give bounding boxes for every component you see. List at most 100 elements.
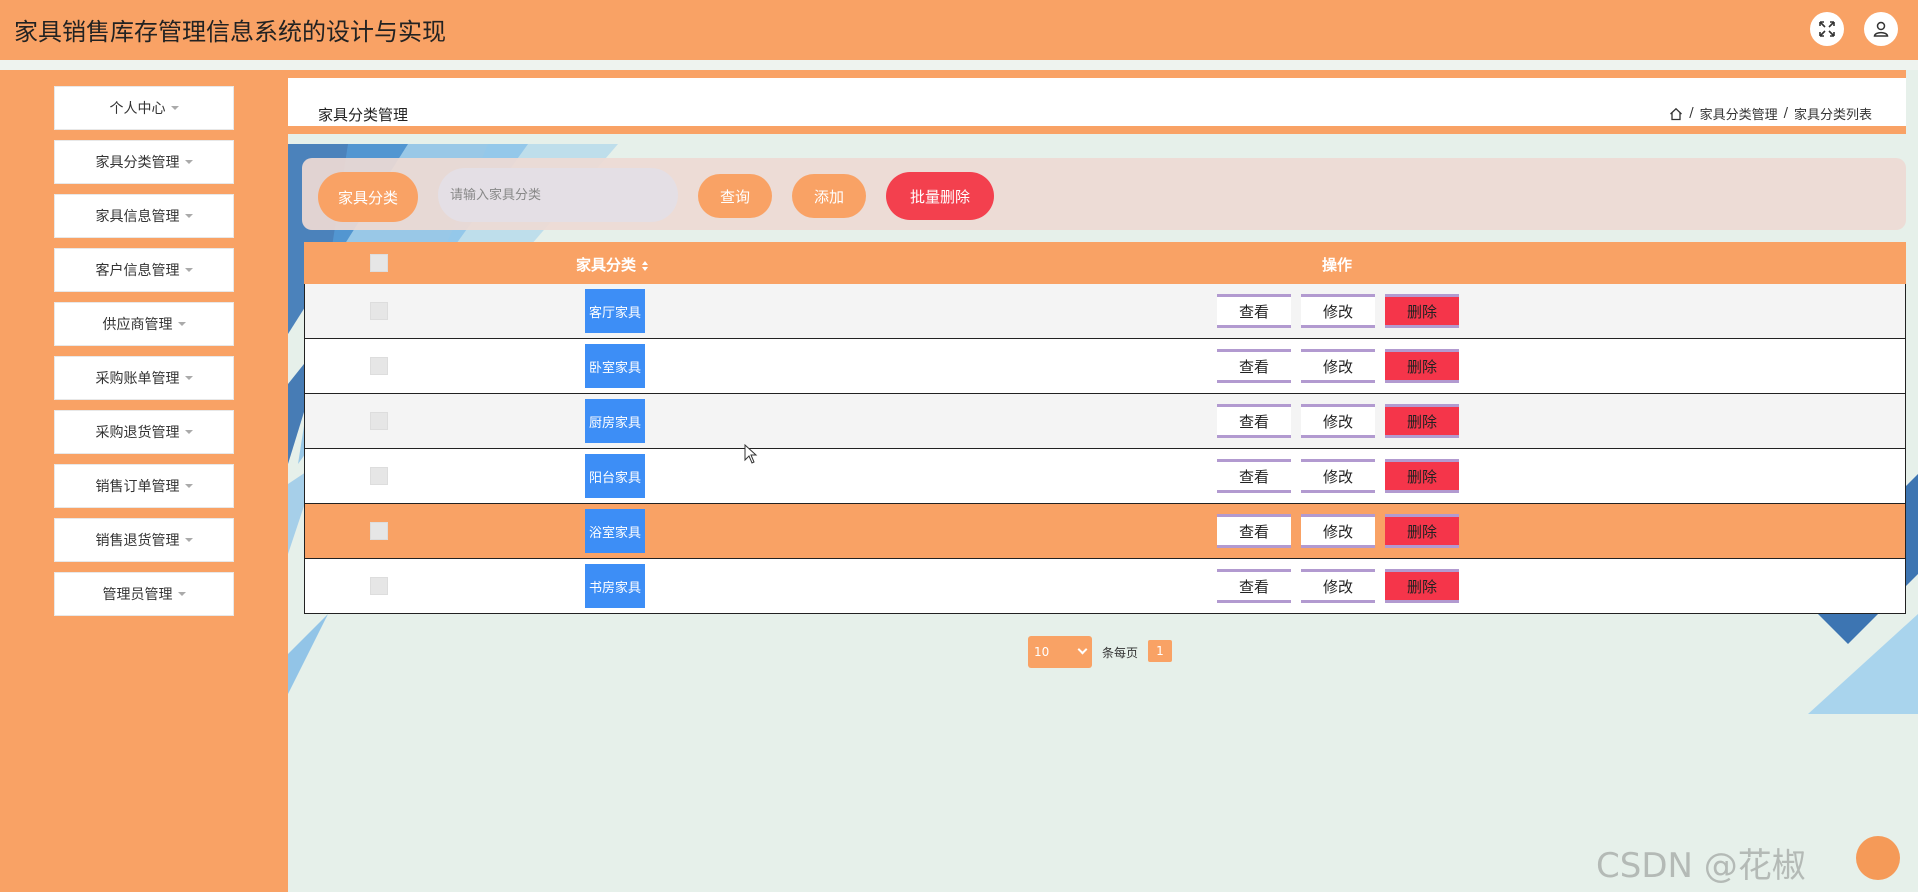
sidebar-item-label: 采购退货管理 xyxy=(95,425,180,441)
table-row-highlighted: 浴室家具 查看 修改 删除 xyxy=(304,504,1906,559)
caret-down-icon xyxy=(170,106,179,110)
column-header-category[interactable]: 家具分类 xyxy=(576,254,649,275)
float-action-button[interactable] xyxy=(1856,836,1900,880)
edit-button[interactable]: 修改 xyxy=(1301,404,1375,438)
sidebar-item-customer-info[interactable]: 客户信息管理 xyxy=(54,248,234,292)
column-header-actions: 操作 xyxy=(1322,256,1353,274)
sidebar-item-personal-center[interactable]: 个人中心 xyxy=(54,86,234,130)
view-button[interactable]: 查看 xyxy=(1217,404,1291,438)
table-row: 客厅家具 查看 修改 删除 xyxy=(304,284,1906,339)
sidebar-item-label: 采购账单管理 xyxy=(95,371,180,387)
row-checkbox[interactable] xyxy=(370,302,388,320)
chevron-down-icon xyxy=(1077,644,1088,655)
breadcrumb: / 家具分类管理 / 家具分类列表 xyxy=(1669,104,1872,123)
sidebar-item-purchase-bill[interactable]: 采购账单管理 xyxy=(54,356,234,400)
select-all-checkbox[interactable] xyxy=(370,254,388,272)
caret-down-icon xyxy=(184,268,193,272)
expand-arrows-icon xyxy=(1819,21,1835,37)
edit-button[interactable]: 修改 xyxy=(1301,294,1375,328)
category-tag: 阳台家具 xyxy=(585,454,645,498)
user-menu-button[interactable] xyxy=(1864,12,1898,46)
delete-button[interactable]: 删除 xyxy=(1385,404,1459,438)
sidebar-item-sales-return[interactable]: 销售退货管理 xyxy=(54,518,234,562)
column-header-label: 家具分类 xyxy=(576,256,637,274)
table-header: 家具分类 操作 xyxy=(304,242,1906,284)
search-field-label: 家具分类 xyxy=(318,172,418,222)
view-button[interactable]: 查看 xyxy=(1217,459,1291,493)
sidebar-item-supplier[interactable]: 供应商管理 xyxy=(54,302,234,346)
table-row: 书房家具 查看 修改 删除 xyxy=(304,559,1906,614)
query-button[interactable]: 查询 xyxy=(698,174,772,218)
sidebar-item-label: 客户信息管理 xyxy=(95,263,180,279)
breadcrumb-link-category-mgmt[interactable]: 家具分类管理 xyxy=(1700,104,1778,123)
caret-down-icon xyxy=(184,484,193,488)
breadcrumb-bar: 家具分类管理 / 家具分类管理 / 家具分类列表 xyxy=(288,78,1906,134)
batch-delete-button[interactable]: 批量删除 xyxy=(886,172,994,220)
user-icon xyxy=(1873,21,1889,37)
row-checkbox[interactable] xyxy=(370,357,388,375)
category-tag: 书房家具 xyxy=(585,564,645,608)
category-tag: 厨房家具 xyxy=(585,399,645,443)
breadcrumb-current: 家具分类列表 xyxy=(1793,108,1872,123)
sidebar-item-label: 销售退货管理 xyxy=(95,533,180,549)
sidebar-item-label: 个人中心 xyxy=(109,101,166,117)
caret-down-icon xyxy=(177,322,186,326)
view-button[interactable]: 查看 xyxy=(1217,294,1291,328)
caret-down-icon xyxy=(184,376,193,380)
delete-button[interactable]: 删除 xyxy=(1385,569,1459,603)
delete-button[interactable]: 删除 xyxy=(1385,459,1459,493)
sidebar-item-admin-mgmt[interactable]: 管理员管理 xyxy=(54,572,234,616)
page-title: 家具分类管理 xyxy=(318,106,409,124)
category-tag: 浴室家具 xyxy=(585,509,645,553)
view-button[interactable]: 查看 xyxy=(1217,349,1291,383)
search-input[interactable] xyxy=(438,168,678,222)
edit-button[interactable]: 修改 xyxy=(1301,349,1375,383)
caret-down-icon xyxy=(184,430,193,434)
home-icon[interactable] xyxy=(1669,107,1683,121)
edit-button[interactable]: 修改 xyxy=(1301,514,1375,548)
sidebar-item-sales-order[interactable]: 销售订单管理 xyxy=(54,464,234,508)
caret-down-icon xyxy=(184,214,193,218)
row-checkbox[interactable] xyxy=(370,577,388,595)
page-size-select[interactable]: 10 xyxy=(1028,636,1092,668)
breadcrumb-separator: / xyxy=(1783,106,1788,121)
caret-down-icon xyxy=(177,592,186,596)
header-divider xyxy=(0,60,1918,70)
per-page-label: 条每页 xyxy=(1102,646,1139,660)
add-button[interactable]: 添加 xyxy=(792,174,866,218)
sidebar: 个人中心 家具分类管理 家具信息管理 客户信息管理 供应商管理 采购账单管理 采… xyxy=(0,70,288,892)
breadcrumb-top-border xyxy=(288,70,1906,78)
app-header: 家具销售库存管理信息系统的设计与实现 xyxy=(0,0,1918,60)
caret-down-icon xyxy=(184,160,193,164)
row-checkbox[interactable] xyxy=(370,467,388,485)
sidebar-item-label: 销售订单管理 xyxy=(95,479,180,495)
sidebar-item-label: 供应商管理 xyxy=(102,317,173,333)
mouse-cursor-icon xyxy=(744,444,758,464)
row-checkbox[interactable] xyxy=(370,412,388,430)
view-button[interactable]: 查看 xyxy=(1217,514,1291,548)
sidebar-item-purchase-return[interactable]: 采购退货管理 xyxy=(54,410,234,454)
caret-down-icon xyxy=(184,538,193,542)
fullscreen-button[interactable] xyxy=(1810,12,1844,46)
sort-arrows-icon[interactable] xyxy=(641,260,649,272)
sidebar-item-label: 家具信息管理 xyxy=(95,209,180,225)
delete-button[interactable]: 删除 xyxy=(1385,349,1459,383)
category-tag: 客厅家具 xyxy=(585,289,645,333)
sidebar-item-category-mgmt[interactable]: 家具分类管理 xyxy=(54,140,234,184)
sidebar-item-label: 家具分类管理 xyxy=(95,155,180,171)
table-row: 卧室家具 查看 修改 删除 xyxy=(304,339,1906,394)
sidebar-item-label: 管理员管理 xyxy=(102,587,173,603)
edit-button[interactable]: 修改 xyxy=(1301,569,1375,603)
delete-button[interactable]: 删除 xyxy=(1385,514,1459,548)
app-title: 家具销售库存管理信息系统的设计与实现 xyxy=(14,18,446,46)
page-size-value: 10 xyxy=(1034,645,1050,659)
sidebar-item-furniture-info[interactable]: 家具信息管理 xyxy=(54,194,234,238)
page-number-button[interactable]: 1 xyxy=(1148,640,1172,662)
view-button[interactable]: 查看 xyxy=(1217,569,1291,603)
delete-button[interactable]: 删除 xyxy=(1385,294,1459,328)
table-row: 厨房家具 查看 修改 删除 xyxy=(304,394,1906,449)
edit-button[interactable]: 修改 xyxy=(1301,459,1375,493)
breadcrumb-separator: / xyxy=(1689,106,1694,121)
table-row: 阳台家具 查看 修改 删除 xyxy=(304,449,1906,504)
row-checkbox[interactable] xyxy=(370,522,388,540)
